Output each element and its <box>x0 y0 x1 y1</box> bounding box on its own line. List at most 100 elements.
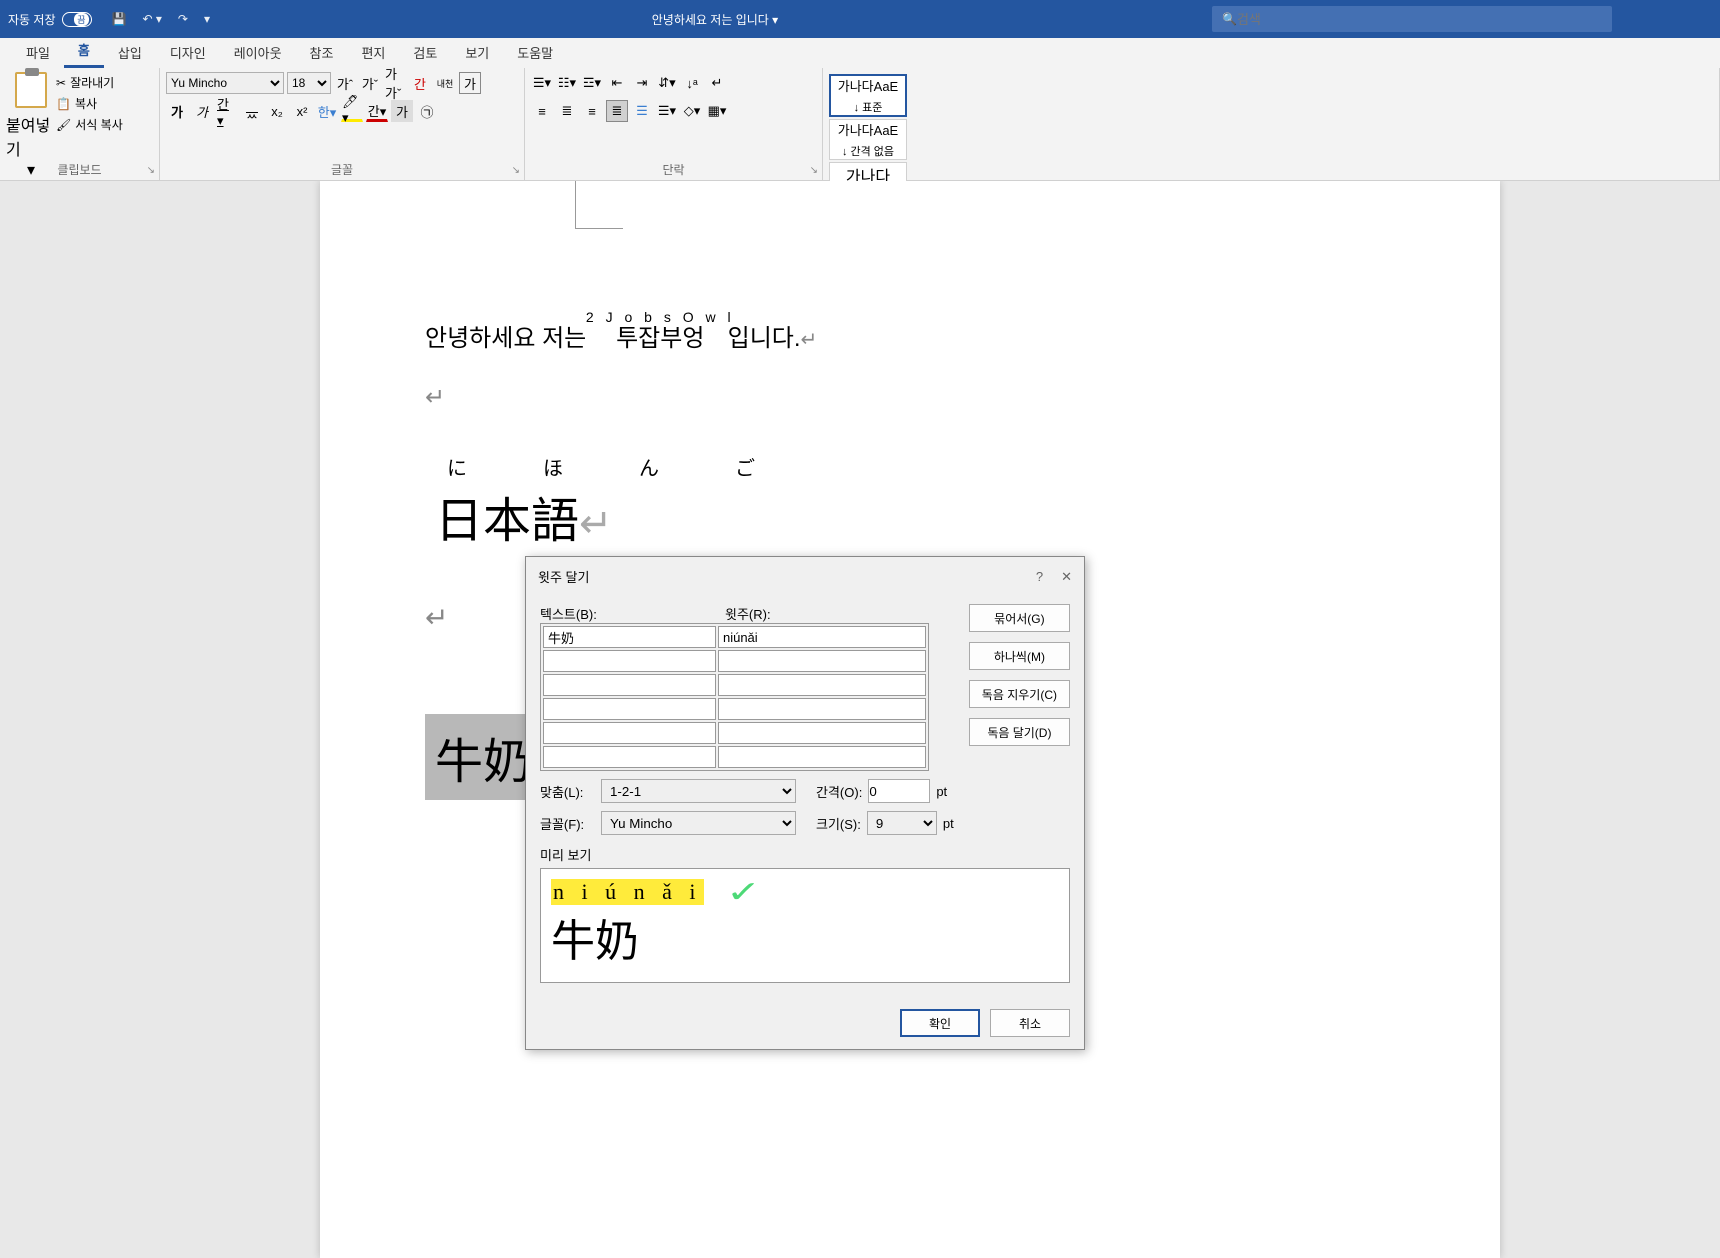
tab-file[interactable]: 파일 <box>12 37 64 68</box>
tab-help[interactable]: 도움말 <box>503 37 567 68</box>
cut-button[interactable]: ✂ 잘라내기 <box>56 72 151 93</box>
ruby-text-input[interactable] <box>719 747 925 767</box>
offset-input[interactable] <box>868 779 930 803</box>
format-painter-button[interactable]: 🖌 서식 복사 <box>56 114 151 135</box>
ruby-text-input[interactable] <box>719 627 925 647</box>
align-right-button[interactable]: ≡ <box>581 100 603 122</box>
redo-icon[interactable]: ↷ <box>178 12 188 26</box>
character-shading-button[interactable]: 가 <box>391 100 413 122</box>
dialog-titlebar[interactable]: 윗주 달기 ? ✕ <box>526 557 1084 596</box>
show-marks-button[interactable]: ↵ <box>706 72 728 94</box>
font-name-select[interactable]: Yu Mincho <box>166 72 284 94</box>
tab-home[interactable]: 홈 <box>64 34 104 68</box>
base-text-input[interactable] <box>544 723 715 743</box>
italic-button[interactable]: 가 <box>191 100 213 122</box>
bullets-button[interactable]: ☰▾ <box>531 72 553 94</box>
style-no-spacing[interactable]: 가나다AaE ↓ 간격 없음 <box>829 119 907 160</box>
base-text-input[interactable] <box>544 747 715 767</box>
phonetic-guide-dialog: 윗주 달기 ? ✕ 텍스트(B): 윗주(R): <box>525 556 1085 1050</box>
clear-reading-button[interactable]: 독음 지우기(C) <box>969 680 1070 708</box>
help-icon[interactable]: ? <box>1036 569 1043 585</box>
phonetic-table <box>540 623 929 771</box>
font-color-button[interactable]: 간▾ <box>366 100 388 122</box>
alignment-select[interactable]: 1-2-1 <box>601 779 796 803</box>
save-icon[interactable]: 💾 <box>112 12 127 26</box>
close-icon[interactable]: ✕ <box>1061 569 1072 585</box>
change-case-button[interactable]: 가가ˇ <box>384 72 406 94</box>
ruby-text-input[interactable] <box>719 675 925 695</box>
paragraph-group: ☰▾ ☷▾ ☲▾ ⇤ ⇥ ⇵▾ ↓ᵃ ↵ ≡ ≣ ≡ ≣ ☰ ☰▾ ◇▾ ▦▾ … <box>525 68 823 180</box>
toggle-switch[interactable]: 끔 <box>62 12 92 27</box>
size-select[interactable]: 9 <box>867 811 937 835</box>
tab-review[interactable]: 검토 <box>399 37 451 68</box>
tab-design[interactable]: 디자인 <box>156 37 220 68</box>
ruby-text-input[interactable] <box>719 699 925 719</box>
enclose-char-button[interactable]: ㉠ <box>416 100 438 122</box>
cancel-button[interactable]: 취소 <box>990 1009 1070 1037</box>
strikethrough-button[interactable]: ᆻ <box>241 100 263 122</box>
group-button[interactable]: 묶어서(G) <box>969 604 1070 632</box>
ruby-text-input[interactable] <box>719 723 925 743</box>
align-center-button[interactable]: ≣ <box>556 100 578 122</box>
shading-button[interactable]: ◇▾ <box>681 100 703 122</box>
decrease-indent-button[interactable]: ⇤ <box>606 72 628 94</box>
group-label: 단락 <box>525 161 822 178</box>
mono-button[interactable]: 하나씩(M) <box>969 642 1070 670</box>
increase-indent-button[interactable]: ⇥ <box>631 72 653 94</box>
group-label: 글꼴 <box>160 161 524 178</box>
text-line-1[interactable]: 안녕하세요 저는 투잡부엉2 J o b s O w l입니다.↵ <box>370 311 1450 353</box>
autosave-toggle[interactable]: 자동 저장 끔 <box>8 11 92 28</box>
ok-button[interactable]: 확인 <box>900 1009 980 1037</box>
borders-button[interactable]: ▦▾ <box>706 100 728 122</box>
underline-button[interactable]: 간 ▾ <box>216 100 238 122</box>
japanese-text[interactable]: に ほ ん ご 日本語↵ <box>435 452 783 551</box>
asian-layout-button[interactable]: ⇵▾ <box>656 72 678 94</box>
style-normal[interactable]: 가나다AaE ↓ 표준 <box>829 74 907 117</box>
undo-icon[interactable]: ↶ ▾ <box>142 12 161 26</box>
superscript-button[interactable]: x² <box>291 100 313 122</box>
preview-base: 牛奶 <box>551 917 639 966</box>
subscript-button[interactable]: x₂ <box>266 100 288 122</box>
tab-layout[interactable]: 레이아웃 <box>220 37 296 68</box>
copy-button[interactable]: 📋 복사 <box>56 93 151 114</box>
search-box[interactable]: 🔍 <box>1212 6 1612 32</box>
copy-icon: 📋 <box>56 97 71 111</box>
document-title[interactable]: 안녕하세요 저는 입니다 ▾ <box>218 11 1212 28</box>
line-spacing-button[interactable]: ☰▾ <box>656 100 678 122</box>
tab-references[interactable]: 참조 <box>296 37 348 68</box>
dialog-launcher-icon[interactable]: ↘ <box>810 165 818 176</box>
character-border-button[interactable]: 가 <box>459 72 481 94</box>
phonetic-guide-button[interactable]: 간 <box>409 72 431 94</box>
dialog-launcher-icon[interactable]: ↘ <box>512 165 520 176</box>
highlight-button[interactable]: 🖊▾ <box>341 100 363 122</box>
multilevel-button[interactable]: ☲▾ <box>581 72 603 94</box>
bold-button[interactable]: 가 <box>166 100 188 122</box>
styles-group: 가나다AaE ↓ 표준 가나다AaE ↓ 간격 없음 가나다 제목 1 가나다A… <box>823 68 1720 180</box>
ruby-text-input[interactable] <box>719 651 925 671</box>
numbering-button[interactable]: ☷▾ <box>556 72 578 94</box>
text-effects-button[interactable]: 한▾ <box>316 100 338 122</box>
sort-button[interactable]: ↓ᵃ <box>681 72 703 94</box>
dialog-launcher-icon[interactable]: ↘ <box>147 165 155 176</box>
default-reading-button[interactable]: 독음 달기(D) <box>969 718 1070 746</box>
tab-insert[interactable]: 삽입 <box>104 37 156 68</box>
font-select[interactable]: Yu Mincho <box>601 811 796 835</box>
base-text-input[interactable] <box>544 675 715 695</box>
qat-customize-icon[interactable]: ▾ <box>204 12 210 26</box>
align-left-button[interactable]: ≡ <box>531 100 553 122</box>
search-input[interactable] <box>1237 12 1602 27</box>
increase-font-button[interactable]: 가ˆ <box>334 72 356 94</box>
justify-button[interactable]: ≣ <box>606 100 628 122</box>
base-text-input[interactable] <box>544 699 715 719</box>
base-text-input[interactable] <box>544 651 715 671</box>
alignment-label: 맞춤(L): <box>540 782 595 801</box>
font-size-select[interactable]: 18 <box>287 72 331 94</box>
decrease-font-button[interactable]: 가ˇ <box>359 72 381 94</box>
base-text-input[interactable] <box>544 627 715 647</box>
ribbon-tabs: 파일 홈 삽입 디자인 레이아웃 참조 편지 검토 보기 도움말 <box>0 38 1720 68</box>
tab-view[interactable]: 보기 <box>451 37 503 68</box>
document-area[interactable]: 안녕하세요 저는 투잡부엉2 J o b s O w l입니다.↵ ↵ に ほ … <box>0 181 1720 1258</box>
hangul-hanja-button[interactable]: 내천 <box>434 72 456 94</box>
distribute-button[interactable]: ☰ <box>631 100 653 122</box>
preview-ruby: n i ú n ǎ i <box>551 879 704 905</box>
